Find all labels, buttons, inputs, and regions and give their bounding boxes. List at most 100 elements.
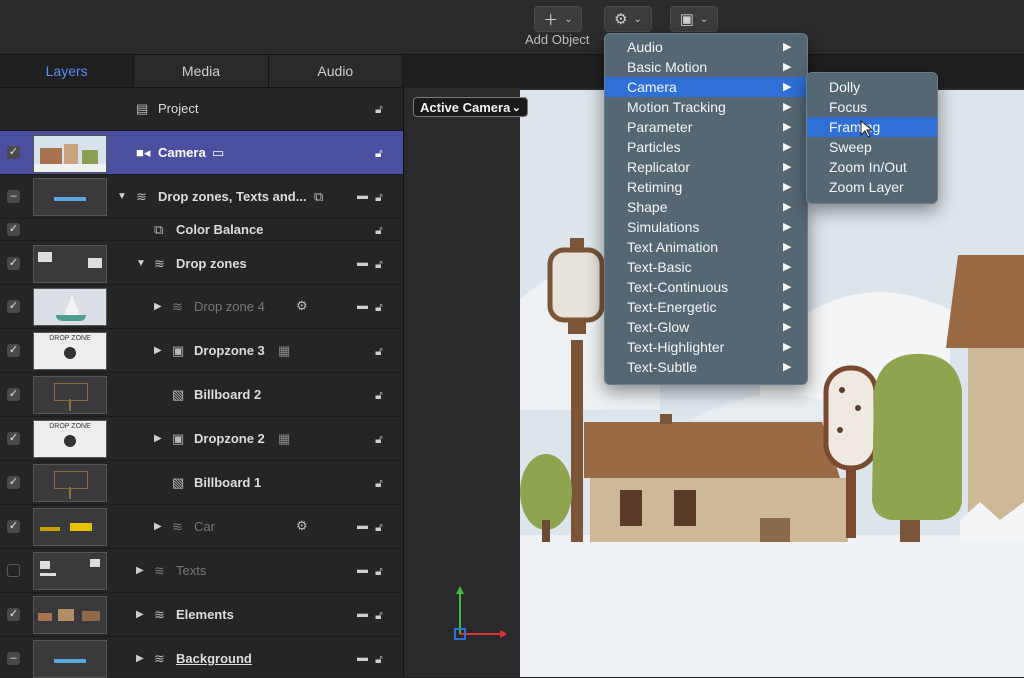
disclosure-triangle-icon[interactable]: ▶ (154, 301, 162, 312)
submenu-item-sweep[interactable]: Sweep (807, 137, 937, 157)
behaviors-button[interactable]: ⚙ ⌄ (604, 6, 652, 32)
blend-icon[interactable]: ▬ (357, 652, 368, 664)
submenu-arrow-icon: ▶ (783, 221, 792, 233)
layer-row-group-main[interactable]: – ▼ ≋ Drop zones, Texts and... ⧉ ▬ 🔓︎ (0, 175, 403, 219)
disclosure-triangle-icon[interactable]: ▼ (117, 191, 127, 202)
disclosure-triangle-icon[interactable]: ▶ (136, 609, 144, 620)
menu-item-text-continuous[interactable]: Text-Continuous ▶ (605, 277, 807, 297)
tab-media[interactable]: Media (134, 55, 269, 87)
lock-icon[interactable]: 🔓︎ (375, 476, 383, 491)
plus-icon: ＋ (543, 11, 559, 29)
layer-row-dropzone-2[interactable]: ✓ DROP ZONE ▶ ▣ Dropzone 2 ▦ 🔓︎ (0, 417, 403, 461)
layer-row-dropzone-3[interactable]: ✓ DROP ZONE ▶ ▣ Dropzone 3 ▦ 🔓︎ (0, 329, 403, 373)
visibility-checkbox[interactable]: ✓ (7, 476, 20, 489)
layer-thumbnail (33, 135, 107, 173)
visibility-checkbox[interactable]: ✓ (7, 432, 20, 445)
visibility-checkbox[interactable]: – (7, 652, 20, 665)
lock-icon[interactable]: 🔓︎ (375, 223, 383, 238)
menu-item-text-subtle[interactable]: Text-Subtle ▶ (605, 357, 807, 377)
submenu-arrow-icon: ▶ (783, 341, 792, 353)
tab-layers[interactable]: Layers (0, 55, 135, 87)
lock-icon[interactable]: 🔓︎ (375, 146, 383, 161)
layer-row-car[interactable]: ✓ ▶ ≋ Car ⚙ ▬ 🔓︎ (0, 505, 403, 549)
layout-button[interactable]: ▣ ⌄ (670, 6, 718, 32)
visibility-checkbox[interactable]: – (7, 190, 20, 203)
disclosure-triangle-icon[interactable]: ▼ (136, 258, 146, 269)
menu-item-particles[interactable]: Particles ▶ (605, 137, 807, 157)
submenu-arrow-icon: ▶ (783, 321, 792, 333)
lock-icon[interactable]: 🔓︎ (375, 608, 383, 623)
lock-icon[interactable]: 🔓︎ (375, 520, 383, 535)
lock-icon[interactable]: 🔓︎ (375, 432, 383, 447)
layer-row-drop-zones[interactable]: ✓ ▼ ≋ Drop zones ▬ 🔓︎ (0, 241, 403, 285)
filter-icon: ⧉ (154, 222, 164, 237)
active-camera-label: Active Camera (420, 99, 511, 115)
disclosure-triangle-icon[interactable]: ▶ (136, 565, 144, 576)
layer-row-camera[interactable]: ✓ ■◂ Camera ▭ 🔓︎ (0, 131, 403, 175)
layer-row-color-balance[interactable]: ✓ ⧉ Color Balance 🔓︎ (0, 219, 403, 241)
submenu-item-zoom-in-out[interactable]: Zoom In/Out (807, 157, 937, 177)
layer-row-billboard-1[interactable]: ✓ ▧ Billboard 1 🔓︎ (0, 461, 403, 505)
lock-icon[interactable]: 🔓︎ (375, 564, 383, 579)
add-object-button[interactable]: ＋ ⌄ (534, 6, 582, 32)
disclosure-triangle-icon[interactable]: ▶ (136, 653, 144, 664)
menu-item-basic-motion[interactable]: Basic Motion ▶ (605, 57, 807, 77)
visibility-checkbox[interactable]: ✓ (7, 257, 20, 270)
layer-row-background[interactable]: – ▶ ≋ Background ▬ 🔓︎ (0, 637, 403, 678)
submenu-arrow-icon: ▶ (783, 141, 792, 153)
visibility-checkbox[interactable]: ✓ (7, 344, 20, 357)
menu-item-audio[interactable]: Audio ▶ (605, 37, 807, 57)
layer-name: Project (158, 101, 199, 116)
lock-icon[interactable]: 🔓︎ (375, 300, 383, 315)
layer-row-drop-zone-4[interactable]: ✓ ▶ ≋ Drop zone 4 ⚙ ▬ 🔓︎ (0, 285, 403, 329)
submenu-arrow-icon: ▶ (783, 81, 792, 93)
layer-row-elements[interactable]: ✓ ▶ ≋ Elements ▬ 🔓︎ (0, 593, 403, 637)
submenu-item-focus[interactable]: Focus (807, 97, 937, 117)
layer-row-billboard-2[interactable]: ✓ ▧ Billboard 2 🔓︎ (0, 373, 403, 417)
menu-item-motion-tracking[interactable]: Motion Tracking ▶ (605, 97, 807, 117)
active-camera-select[interactable]: Active Camera ⌄ (413, 97, 528, 117)
menu-item-replicator[interactable]: Replicator ▶ (605, 157, 807, 177)
visibility-checkbox[interactable]: ✓ (7, 223, 20, 236)
menu-item-text-highlighter[interactable]: Text-Highlighter ▶ (605, 337, 807, 357)
visibility-checkbox[interactable]: ✓ (7, 520, 20, 533)
blend-icon[interactable]: ▬ (357, 257, 368, 269)
menu-item-text-animation[interactable]: Text Animation ▶ (605, 237, 807, 257)
lock-icon[interactable]: 🔓︎ (375, 388, 383, 403)
visibility-checkbox[interactable]: ✓ (7, 388, 20, 401)
blend-icon[interactable]: ▬ (357, 300, 368, 312)
menu-item-text-basic[interactable]: Text-Basic ▶ (605, 257, 807, 277)
lock-icon[interactable]: 🔓︎ (375, 257, 383, 272)
visibility-checkbox[interactable]: ✓ (7, 146, 20, 159)
lock-icon[interactable]: 🔓︎ (375, 190, 383, 205)
submenu-item-dolly[interactable]: Dolly (807, 77, 937, 97)
menu-item-text-glow[interactable]: Text-Glow ▶ (605, 317, 807, 337)
lock-icon[interactable]: 🔓︎ (375, 102, 383, 117)
blend-icon[interactable]: ▬ (357, 608, 368, 620)
disclosure-triangle-icon[interactable]: ▶ (154, 345, 162, 356)
menu-item-simulations[interactable]: Simulations ▶ (605, 217, 807, 237)
blend-icon[interactable]: ▬ (357, 190, 368, 202)
disclosure-triangle-icon[interactable]: ▶ (154, 433, 162, 444)
visibility-checkbox[interactable]: ✓ (7, 608, 20, 621)
chevron-down-icon: ⌄ (564, 13, 573, 25)
menu-item-retiming[interactable]: Retiming ▶ (605, 177, 807, 197)
visibility-checkbox[interactable] (7, 564, 20, 577)
disclosure-triangle-icon[interactable]: ▶ (154, 521, 162, 532)
menu-item-shape[interactable]: Shape ▶ (605, 197, 807, 217)
menu-item-camera[interactable]: Camera ▶ (605, 77, 807, 97)
tab-audio[interactable]: Audio (269, 55, 403, 87)
layer-row-texts[interactable]: ▶ ≋ Texts ▬ 🔓︎ (0, 549, 403, 593)
lock-icon[interactable]: 🔓︎ (375, 344, 383, 359)
layer-name: Dropzone 2 (194, 431, 265, 446)
camera-icon: ■◂ (136, 145, 151, 160)
visibility-checkbox[interactable]: ✓ (7, 300, 20, 313)
blend-icon[interactable]: ▬ (357, 564, 368, 576)
submenu-item-zoom-layer[interactable]: Zoom Layer (807, 177, 937, 197)
menu-item-parameter[interactable]: Parameter ▶ (605, 117, 807, 137)
drop-zone-thumb-label: DROP ZONE (49, 423, 91, 430)
blend-icon[interactable]: ▬ (357, 520, 368, 532)
layer-row-project[interactable]: ▤ Project 🔓︎ (0, 88, 403, 131)
lock-icon[interactable]: 🔓︎ (375, 652, 383, 667)
menu-item-text-energetic[interactable]: Text-Energetic ▶ (605, 297, 807, 317)
